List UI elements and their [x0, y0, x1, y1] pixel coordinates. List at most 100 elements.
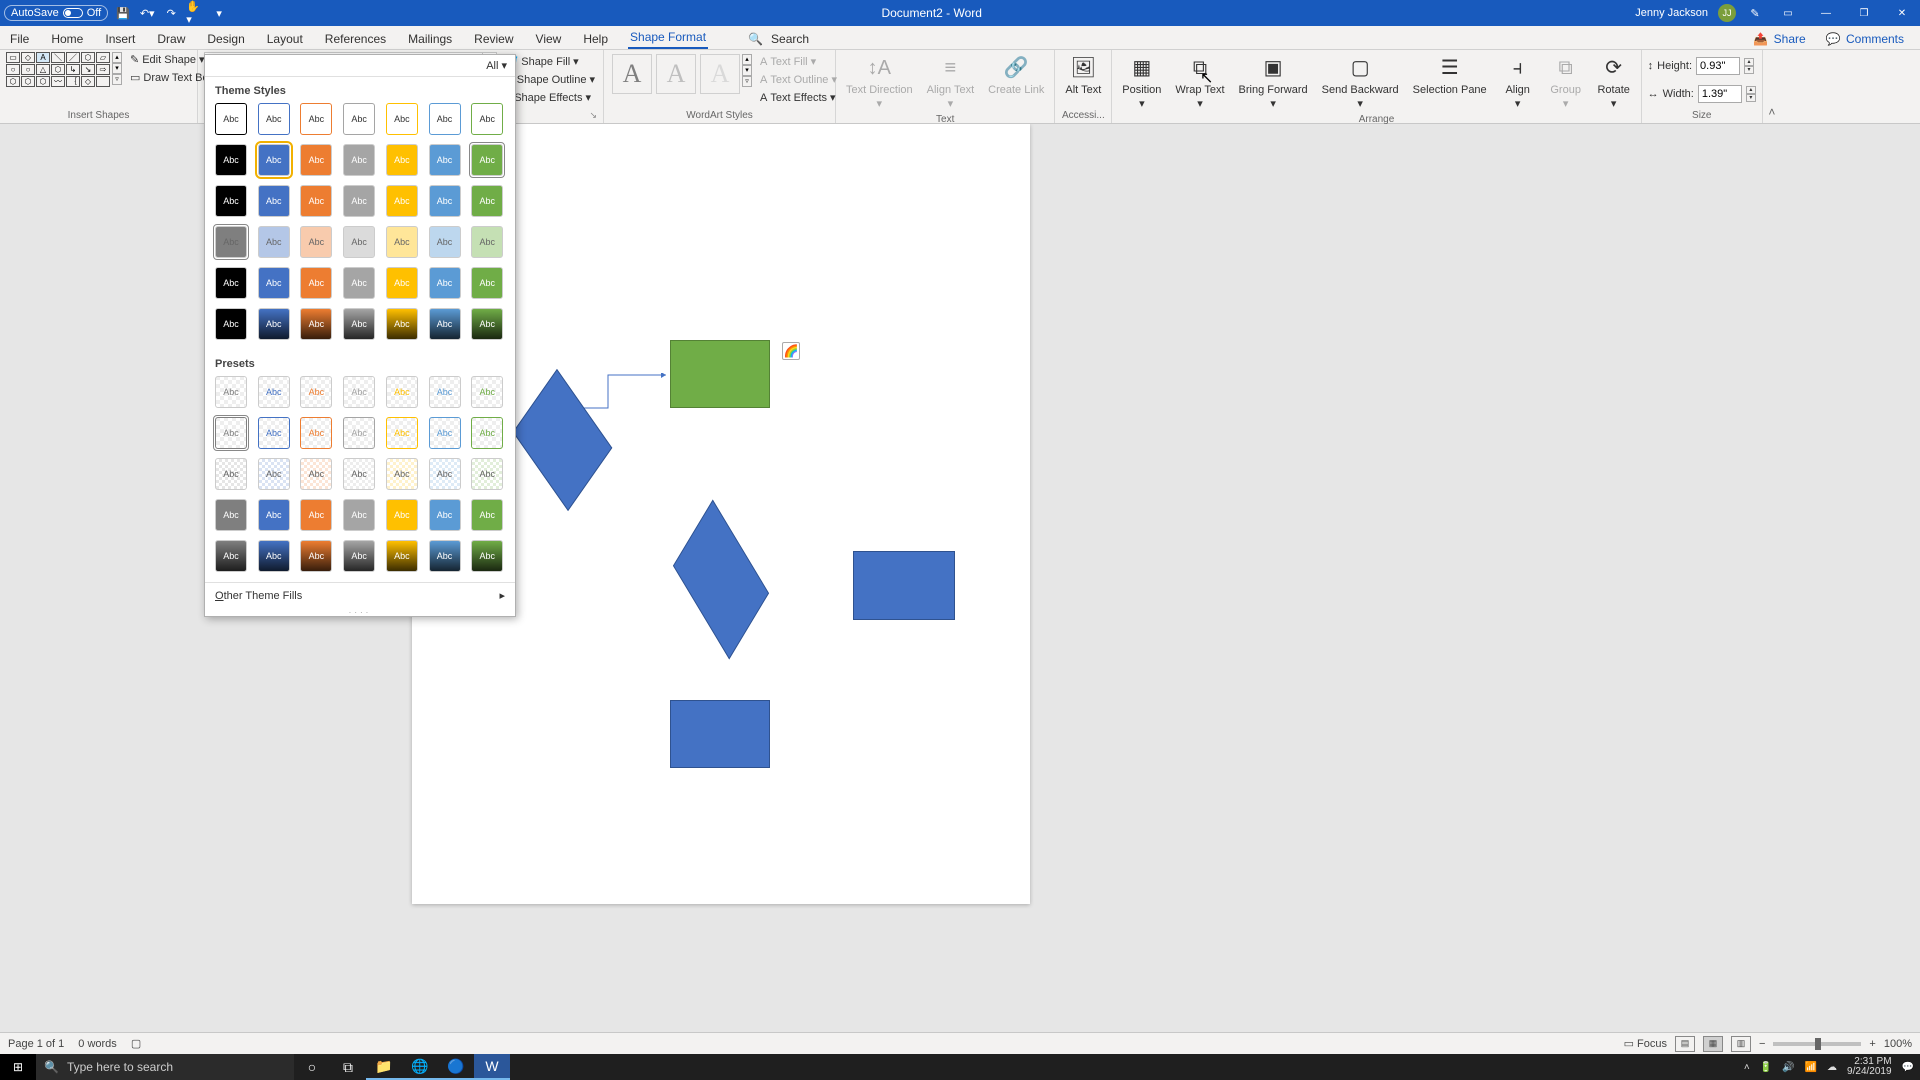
- tab-view[interactable]: View: [534, 29, 564, 49]
- dropdown-filter-all[interactable]: All ▾: [486, 59, 507, 72]
- tab-file[interactable]: File: [8, 29, 31, 49]
- shape-effects-button[interactable]: ◐ Shape Effects ▾: [503, 90, 597, 105]
- preset-style-swatch[interactable]: Abc: [300, 458, 332, 490]
- taskbar-search[interactable]: 🔍 Type here to search: [36, 1054, 294, 1080]
- rotate-button[interactable]: ⟳Rotate▾: [1593, 52, 1635, 112]
- minimize-icon[interactable]: —: [1812, 0, 1840, 26]
- cortana-icon[interactable]: ○: [294, 1054, 330, 1080]
- ribbon-display-icon[interactable]: ▭: [1774, 0, 1802, 26]
- theme-style-swatch[interactable]: Abc: [386, 185, 418, 217]
- wordart-gallery-scroll[interactable]: ▴▾▿: [742, 54, 752, 94]
- tab-home[interactable]: Home: [49, 29, 85, 49]
- theme-style-swatch[interactable]: Abc: [429, 185, 461, 217]
- text-fill-button[interactable]: A Text Fill ▾: [758, 54, 839, 69]
- theme-style-swatch[interactable]: Abc: [258, 103, 290, 135]
- dropdown-resize-handle[interactable]: ····: [205, 608, 515, 616]
- width-spinner[interactable]: ▴▾: [1746, 86, 1756, 102]
- tray-battery-icon[interactable]: 🔋: [1760, 1062, 1772, 1073]
- theme-style-swatch[interactable]: Abc: [343, 185, 375, 217]
- theme-style-swatch[interactable]: Abc: [300, 308, 332, 340]
- theme-style-swatch[interactable]: Abc: [471, 308, 503, 340]
- theme-style-swatch[interactable]: Abc: [258, 185, 290, 217]
- theme-style-swatch[interactable]: Abc: [300, 185, 332, 217]
- preset-style-swatch[interactable]: Abc: [215, 417, 247, 449]
- comments-button[interactable]: 💬 Comments: [1824, 29, 1908, 49]
- taskbar-clock[interactable]: 2:31 PM 9/24/2019: [1847, 1057, 1892, 1077]
- zoom-slider[interactable]: [1773, 1042, 1861, 1046]
- touch-mode-icon[interactable]: ✋▾: [186, 4, 204, 22]
- share-button[interactable]: 📤 Share: [1751, 29, 1809, 49]
- status-page[interactable]: Page 1 of 1: [8, 1038, 64, 1050]
- preset-style-swatch[interactable]: Abc: [215, 376, 247, 408]
- preset-style-swatch[interactable]: Abc: [343, 458, 375, 490]
- view-print-icon[interactable]: ▦: [1703, 1036, 1723, 1052]
- theme-style-swatch[interactable]: Abc: [471, 226, 503, 258]
- tray-chevron-icon[interactable]: ˄: [1744, 1062, 1750, 1073]
- undo-icon[interactable]: ↶▾: [138, 4, 156, 22]
- theme-style-swatch[interactable]: Abc: [258, 144, 290, 176]
- create-link-button[interactable]: 🔗Create Link: [984, 52, 1048, 98]
- theme-style-swatch[interactable]: Abc: [258, 267, 290, 299]
- height-spinner[interactable]: ▴▾: [1744, 58, 1754, 74]
- preset-style-swatch[interactable]: Abc: [386, 458, 418, 490]
- preset-style-swatch[interactable]: Abc: [258, 540, 290, 572]
- autosave-switch[interactable]: [63, 8, 83, 18]
- other-theme-fills-button[interactable]: Other Theme Fills ▸: [205, 582, 515, 608]
- tray-onedrive-icon[interactable]: ☁: [1827, 1062, 1837, 1073]
- preset-style-swatch[interactable]: Abc: [343, 499, 375, 531]
- theme-style-swatch[interactable]: Abc: [215, 185, 247, 217]
- group-button[interactable]: ⧉Group▾: [1545, 52, 1587, 112]
- position-button[interactable]: ▦Position▾: [1118, 52, 1165, 112]
- theme-style-swatch[interactable]: Abc: [343, 308, 375, 340]
- preset-style-swatch[interactable]: Abc: [343, 376, 375, 408]
- theme-style-swatch[interactable]: Abc: [343, 267, 375, 299]
- tab-insert[interactable]: Insert: [103, 29, 137, 49]
- preset-style-swatch[interactable]: Abc: [343, 417, 375, 449]
- preset-style-swatch[interactable]: Abc: [429, 376, 461, 408]
- tab-mailings[interactable]: Mailings: [406, 29, 454, 49]
- theme-style-swatch[interactable]: Abc: [258, 308, 290, 340]
- theme-style-swatch[interactable]: Abc: [429, 144, 461, 176]
- shapes-gallery-scroll[interactable]: ▴▾▿: [112, 52, 122, 87]
- chrome-icon[interactable]: 🌐: [402, 1054, 438, 1080]
- theme-style-swatch[interactable]: Abc: [386, 144, 418, 176]
- file-explorer-icon[interactable]: 📁: [366, 1054, 402, 1080]
- wordart-style-3[interactable]: A: [700, 54, 740, 94]
- theme-style-swatch[interactable]: Abc: [471, 185, 503, 217]
- wordart-style-2[interactable]: A: [656, 54, 696, 94]
- zoom-in-button[interactable]: +: [1869, 1038, 1875, 1050]
- wrap-text-button[interactable]: ⧉Wrap Text▾: [1171, 52, 1228, 112]
- word-icon[interactable]: W: [474, 1054, 510, 1080]
- start-button[interactable]: ⊞: [0, 1054, 36, 1080]
- preset-style-swatch[interactable]: Abc: [386, 499, 418, 531]
- alt-text-button[interactable]: 🖼Alt Text: [1061, 52, 1105, 98]
- selection-pane-button[interactable]: ☰Selection Pane: [1409, 52, 1491, 98]
- tab-shape-format[interactable]: Shape Format: [628, 27, 708, 49]
- preset-style-swatch[interactable]: Abc: [429, 458, 461, 490]
- send-backward-button[interactable]: ▢Send Backward▾: [1318, 52, 1403, 112]
- preset-style-swatch[interactable]: Abc: [386, 376, 418, 408]
- theme-style-swatch[interactable]: Abc: [386, 103, 418, 135]
- text-outline-button[interactable]: A Text Outline ▾: [758, 72, 839, 87]
- notifications-icon[interactable]: 💬: [1902, 1062, 1914, 1073]
- preset-style-swatch[interactable]: Abc: [429, 540, 461, 572]
- theme-style-swatch[interactable]: Abc: [386, 267, 418, 299]
- shape-rectangle-blue-2[interactable]: [670, 700, 770, 768]
- shape-fill-button[interactable]: 🪣 Shape Fill ▾: [503, 54, 597, 69]
- bring-forward-button[interactable]: ▣Bring Forward▾: [1235, 52, 1312, 112]
- preset-style-swatch[interactable]: Abc: [471, 417, 503, 449]
- tray-volume-icon[interactable]: 🔊: [1782, 1062, 1794, 1073]
- theme-style-swatch[interactable]: Abc: [215, 267, 247, 299]
- shapes-gallery[interactable]: ▭◇A＼／⬡▱ ○○△⬡↳↘⇨ ⬡⬡⬡〰｛◇: [6, 52, 110, 87]
- text-effects-button[interactable]: A Text Effects ▾: [758, 90, 839, 105]
- preset-style-swatch[interactable]: Abc: [300, 376, 332, 408]
- tab-review[interactable]: Review: [472, 29, 515, 49]
- user-name[interactable]: Jenny Jackson: [1635, 7, 1708, 19]
- theme-style-swatch[interactable]: Abc: [429, 308, 461, 340]
- slack-icon[interactable]: 🔵: [438, 1054, 474, 1080]
- theme-style-swatch[interactable]: Abc: [471, 267, 503, 299]
- height-input[interactable]: [1696, 57, 1740, 75]
- shape-connector[interactable]: [576, 373, 670, 409]
- theme-style-swatch[interactable]: Abc: [300, 226, 332, 258]
- theme-style-swatch[interactable]: Abc: [429, 103, 461, 135]
